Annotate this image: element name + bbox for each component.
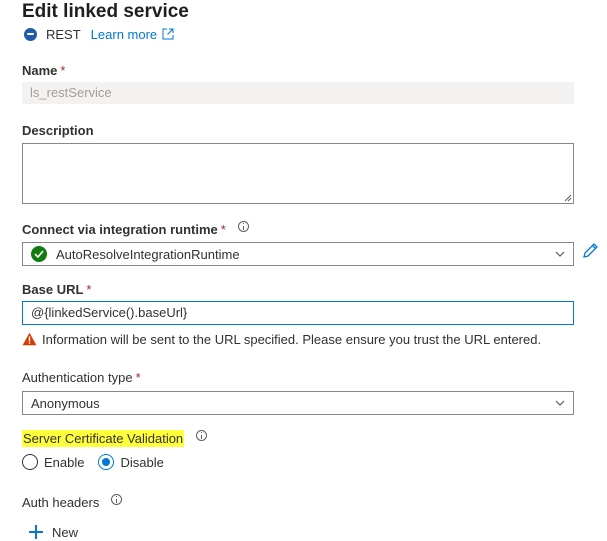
panel-title: Edit linked service xyxy=(22,1,189,22)
required-mark: * xyxy=(220,222,226,237)
radio-enable-circle[interactable] xyxy=(22,454,38,470)
server-certificate-validation-label: Server Certificate Validation xyxy=(22,430,208,447)
service-type-row: REST Learn more xyxy=(24,26,174,42)
description-label: Description xyxy=(22,123,94,138)
authentication-type-label-text: Authentication type xyxy=(22,370,133,385)
name-field: ls_restService xyxy=(22,82,574,104)
resize-grip-icon[interactable] xyxy=(564,194,572,202)
chevron-down-icon xyxy=(555,400,565,406)
url-warning: Information will be sent to the URL spec… xyxy=(22,331,541,347)
base-url-input[interactable]: @{linkedService().baseUrl} xyxy=(22,301,574,325)
new-button-label: New xyxy=(52,524,79,540)
integration-runtime-label-text: Connect via integration runtime xyxy=(22,222,218,237)
url-warning-text: Information will be sent to the URL spec… xyxy=(42,331,542,347)
required-mark: * xyxy=(86,282,92,297)
base-url-label: Base URL * xyxy=(22,282,91,297)
description-field[interactable] xyxy=(22,143,574,204)
external-link-icon[interactable] xyxy=(162,28,174,40)
info-icon[interactable] xyxy=(196,430,208,441)
info-icon[interactable] xyxy=(237,221,249,232)
required-mark: * xyxy=(60,63,66,78)
radio-disable[interactable]: Disable xyxy=(98,454,164,470)
name-label-text: Name xyxy=(22,63,58,78)
integration-runtime-select[interactable]: AutoResolveIntegrationRuntime xyxy=(22,242,574,266)
server-certificate-validation-radio-group: Enable Disable xyxy=(22,453,178,471)
warning-icon xyxy=(22,332,37,346)
description-label-text: Description xyxy=(22,123,94,138)
learn-more-link[interactable]: Learn more xyxy=(91,27,157,42)
radio-enable[interactable]: Enable xyxy=(22,454,84,470)
edit-linked-service-panel: Edit linked service REST Learn more Name… xyxy=(0,0,607,541)
radio-enable-label: Enable xyxy=(44,454,85,470)
integration-runtime-label: Connect via integration runtime * xyxy=(22,221,249,237)
authentication-type-select[interactable]: Anonymous xyxy=(22,391,574,415)
authentication-type-label: Authentication type * xyxy=(22,370,141,385)
radio-disable-circle[interactable] xyxy=(98,454,115,470)
plus-icon xyxy=(29,525,43,539)
required-mark: * xyxy=(135,370,141,385)
server-certificate-validation-label-text: Server Certificate Validation xyxy=(22,430,185,447)
service-type-label: REST xyxy=(46,26,81,42)
name-label: Name * xyxy=(22,63,65,78)
new-auth-header-button[interactable]: New xyxy=(29,524,78,540)
check-circle-icon xyxy=(31,246,47,262)
integration-runtime-value: AutoResolveIntegrationRuntime xyxy=(56,246,240,262)
info-icon[interactable] xyxy=(111,494,123,505)
pencil-icon[interactable] xyxy=(582,242,599,259)
auth-headers-label: Auth headers xyxy=(22,494,123,510)
rest-icon xyxy=(24,27,37,41)
chevron-down-icon xyxy=(555,251,565,257)
auth-headers-label-text: Auth headers xyxy=(22,495,100,510)
radio-disable-label: Disable xyxy=(120,454,164,470)
base-url-label-text: Base URL xyxy=(22,282,84,297)
authentication-type-value: Anonymous xyxy=(31,395,100,411)
